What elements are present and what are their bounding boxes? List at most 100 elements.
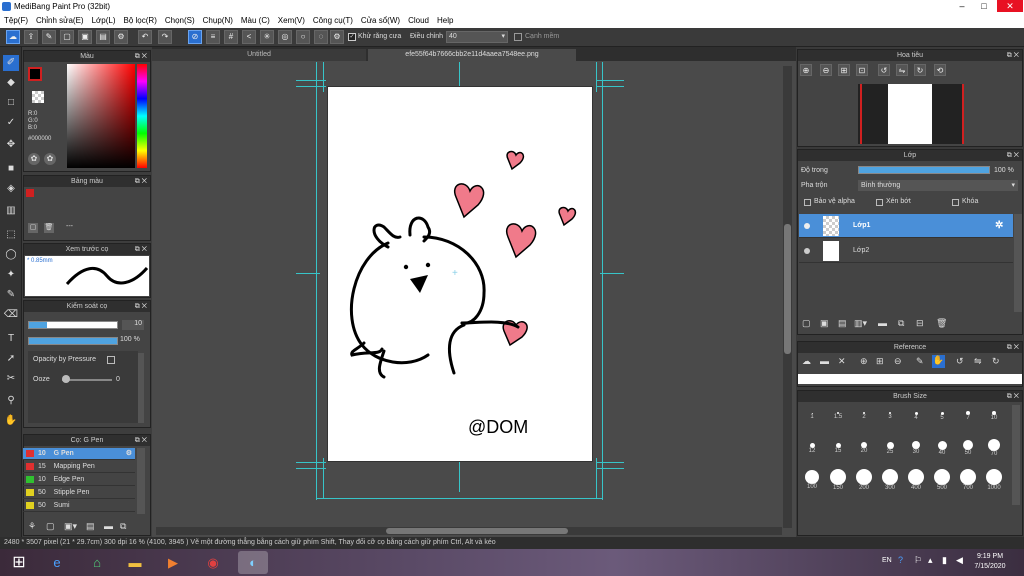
- operation-tool-icon[interactable]: ➚: [3, 351, 19, 367]
- pen-item-g-pen[interactable]: 10 G Pen ⚙: [23, 448, 135, 460]
- brush-size-option[interactable]: 1.5: [826, 405, 850, 429]
- panel-close-icon[interactable]: ⧉ ✕: [1007, 391, 1019, 402]
- volume-icon[interactable]: ◀: [956, 555, 963, 566]
- pen-item-edge-pen[interactable]: 10 Edge Pen: [23, 474, 135, 486]
- brush-opacity-slider[interactable]: [28, 337, 118, 345]
- brush-size-option[interactable]: 12: [800, 437, 824, 461]
- smooth-checkbox[interactable]: [514, 33, 522, 41]
- antialias-checkbox[interactable]: ✓: [348, 33, 356, 41]
- tab-untitled[interactable]: Untitled: [152, 49, 366, 61]
- brush-size-option[interactable]: 300: [878, 469, 902, 493]
- foreground-color[interactable]: [28, 67, 42, 81]
- clipping-checkbox[interactable]: [876, 199, 883, 206]
- fit-icon[interactable]: ⊞: [876, 356, 884, 367]
- dot-tool-icon[interactable]: □: [3, 95, 19, 111]
- vertical-scroll-thumb[interactable]: [784, 224, 791, 354]
- language-indicator[interactable]: EN: [882, 557, 892, 564]
- zoom-out-icon[interactable]: ⊖: [894, 356, 902, 367]
- brush-size-option[interactable]: 1000: [982, 469, 1006, 493]
- eyedropper-tool-icon[interactable]: ⚲: [3, 393, 19, 409]
- menu-layer[interactable]: Lớp(L): [88, 13, 120, 28]
- export-icon[interactable]: ▤: [96, 30, 110, 44]
- layer-row-1[interactable]: Lớp1 ✲: [799, 214, 1013, 238]
- eye-icon[interactable]: [804, 223, 810, 229]
- tab-image-file[interactable]: efe55f64b7666cbb2e11d4aaea7548ee.png: [368, 49, 576, 61]
- brush-size-option[interactable]: 4: [904, 405, 928, 429]
- layer-row-2[interactable]: Lớp2: [799, 239, 1013, 263]
- brush-size-option[interactable]: 100: [800, 469, 824, 493]
- new-layer-icon[interactable]: ▢: [802, 318, 811, 329]
- menu-window[interactable]: Cửa sổ(W): [357, 13, 404, 28]
- brush-size-option[interactable]: 10: [982, 405, 1006, 429]
- text-tool-icon[interactable]: T: [3, 331, 19, 347]
- color-picker-icon[interactable]: ✿: [44, 153, 56, 165]
- cloud-icon[interactable]: ☁: [6, 30, 20, 44]
- menu-file[interactable]: Tệp(F): [0, 13, 32, 28]
- divide-tool-icon[interactable]: ✂: [3, 371, 19, 387]
- reference-view[interactable]: [798, 374, 1022, 384]
- actual-size-icon[interactable]: ⊡: [856, 64, 868, 76]
- background-color[interactable]: [32, 91, 44, 103]
- brush-size-option[interactable]: 5: [930, 405, 954, 429]
- pen-info-icon[interactable]: ▤: [86, 521, 95, 532]
- help-icon[interactable]: ?: [898, 555, 903, 565]
- snap-ellipse-icon[interactable]: ◌: [314, 30, 328, 44]
- horizontal-scrollbar[interactable]: [156, 527, 782, 535]
- brush-size-option[interactable]: 30: [904, 437, 928, 461]
- horizontal-scroll-thumb[interactable]: [386, 528, 568, 534]
- cloud-icon[interactable]: ☁: [802, 356, 811, 367]
- zoom-in-icon[interactable]: ⊕: [860, 356, 868, 367]
- snap-off-icon[interactable]: ⊘: [188, 30, 202, 44]
- tray-arrow-icon[interactable]: ▴: [928, 555, 933, 566]
- new-file-icon[interactable]: ▢: [60, 30, 74, 44]
- panel-close-icon[interactable]: ⧉ ✕: [135, 435, 147, 446]
- color-wheel-icon[interactable]: ✿: [28, 153, 40, 165]
- gear-icon[interactable]: ⚙: [126, 448, 132, 460]
- maximize-button[interactable]: □: [974, 0, 994, 12]
- delete-layer-icon[interactable]: 🗑: [936, 318, 947, 329]
- zoom-out-icon[interactable]: ⊖: [820, 64, 832, 76]
- hand-tool-icon[interactable]: ✋: [3, 413, 19, 429]
- merge-layer-icon[interactable]: ⊟: [916, 318, 924, 329]
- marquee-tool-icon[interactable]: ⬚: [3, 227, 19, 243]
- brush-size-option[interactable]: 1: [800, 405, 824, 429]
- brush-size-option[interactable]: 15: [826, 437, 850, 461]
- snap-perspective-icon[interactable]: <: [242, 30, 256, 44]
- brush-size-option[interactable]: 400: [904, 469, 928, 493]
- pen-copy-icon[interactable]: ⧉: [120, 521, 126, 532]
- panel-close-icon[interactable]: ⧉ ✕: [135, 301, 147, 312]
- rotate-left-icon[interactable]: ↺: [878, 64, 890, 76]
- settings-icon[interactable]: ⚙: [114, 30, 128, 44]
- snap-concentric-icon[interactable]: ◎: [278, 30, 292, 44]
- pen-list-scrollbar[interactable]: [137, 448, 145, 514]
- zoom-in-icon[interactable]: ⊕: [800, 64, 812, 76]
- brush-size-option[interactable]: 500: [930, 469, 954, 493]
- comment-icon[interactable]: ✎: [42, 30, 56, 44]
- brush-size-option[interactable]: 20: [852, 437, 876, 461]
- chrome-icon[interactable]: ◉: [198, 551, 228, 574]
- ie-browser-icon[interactable]: e: [42, 551, 72, 574]
- ooze-slider-handle[interactable]: [62, 375, 70, 383]
- snap-radial-icon[interactable]: ✳: [260, 30, 274, 44]
- panel-close-icon[interactable]: ⧉ ✕: [1007, 150, 1019, 161]
- navigator-preview[interactable]: [858, 84, 964, 144]
- select-tool-icon[interactable]: ✓: [3, 115, 19, 131]
- brush-size-option[interactable]: 25: [878, 437, 902, 461]
- app-shield-icon[interactable]: ⌂: [82, 551, 112, 574]
- fit-icon[interactable]: ⊞: [838, 64, 850, 76]
- fill-rect-tool-icon[interactable]: ■: [3, 161, 19, 177]
- hand-icon[interactable]: ✋: [932, 355, 945, 368]
- menu-tools[interactable]: Công cụ(T): [309, 13, 357, 28]
- menu-edit[interactable]: Chỉnh sửa(E): [32, 13, 88, 28]
- magic-wand-tool-icon[interactable]: ✦: [3, 267, 19, 283]
- undo-icon[interactable]: ↶: [138, 30, 152, 44]
- menu-help[interactable]: Help: [433, 13, 457, 28]
- brush-size-slider[interactable]: [28, 321, 118, 329]
- blend-select[interactable]: Bình thường ▾: [858, 180, 1018, 191]
- redo-icon[interactable]: ↷: [158, 30, 172, 44]
- adjust-select[interactable]: 40 ▾: [446, 31, 508, 43]
- windows-start-icon[interactable]: ⊞: [2, 551, 36, 574]
- pen-item-sumi[interactable]: 50 Sumi: [23, 500, 135, 512]
- eye-icon[interactable]: [804, 248, 810, 254]
- lock-checkbox[interactable]: [952, 199, 959, 206]
